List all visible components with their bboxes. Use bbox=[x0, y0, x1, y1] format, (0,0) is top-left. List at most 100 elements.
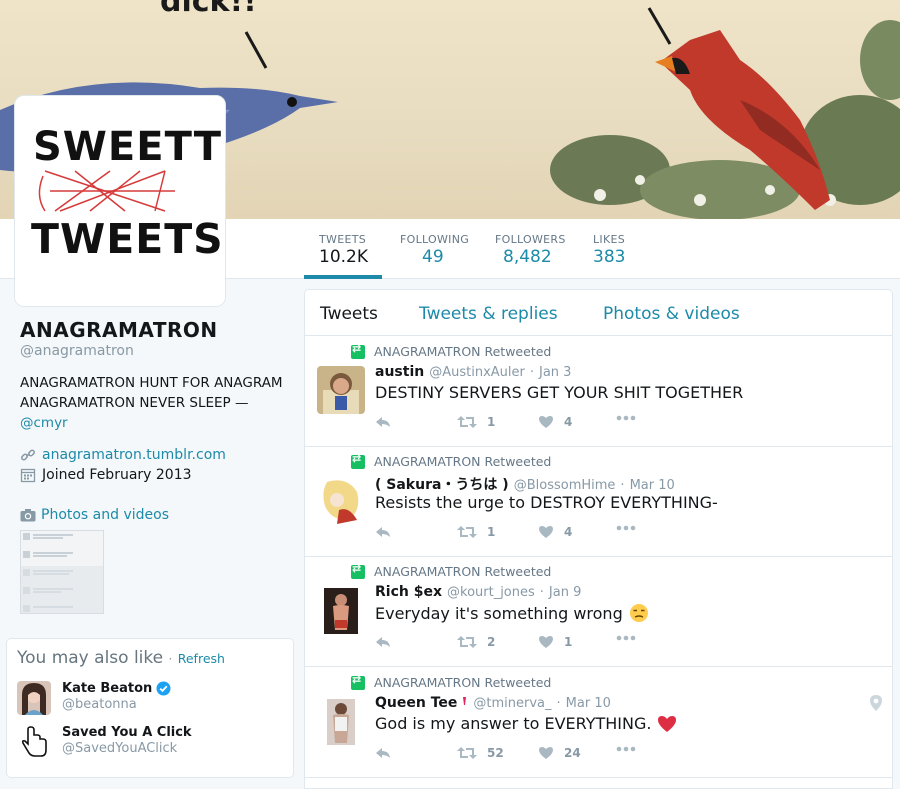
tweet-text: Everyday it's something wrong bbox=[375, 603, 649, 623]
tweet-author-handle[interactable]: @BlossomHime bbox=[514, 478, 616, 493]
banner-caption-text: dick!! bbox=[160, 0, 257, 19]
more-button[interactable] bbox=[616, 525, 636, 531]
red-heart-emoji-icon bbox=[658, 715, 677, 732]
wtf-title: You may also like bbox=[17, 648, 164, 668]
tweet-author-name[interactable]: Rich $ex bbox=[375, 584, 442, 600]
bio-mention-link[interactable]: @cmyr bbox=[20, 415, 68, 431]
tweet[interactable]: ANAGRAMATRON Retweeted Queen Tee @tminer… bbox=[305, 667, 892, 778]
tweet[interactable]: ANAGRAMATRON Retweeted ( Sakura・うちは ) @B… bbox=[305, 446, 892, 557]
nav-stat-followers[interactable]: FOLLOWERS 8,482 bbox=[495, 219, 566, 279]
retweet-context: ANAGRAMATRON Retweeted bbox=[351, 673, 551, 690]
tweet-author-name[interactable]: austin bbox=[375, 364, 424, 380]
nav-stat-label: TWEETS bbox=[319, 233, 366, 246]
location-pin-icon[interactable] bbox=[870, 695, 882, 715]
unamused-face-emoji-icon bbox=[629, 604, 648, 622]
media-thumbnail-image bbox=[21, 531, 103, 613]
profile-card: ANAGRAMATRON @anagramatron ANAGRAMATRON … bbox=[20, 318, 290, 614]
retweet-context-text[interactable]: ANAGRAMATRON Retweeted bbox=[374, 344, 551, 359]
tab-photos-videos[interactable]: Photos & videos bbox=[603, 304, 740, 324]
wtf-user-handle: @beatonna bbox=[62, 697, 137, 712]
more-dots-icon bbox=[616, 525, 636, 531]
profile-handle[interactable]: @anagramatron bbox=[20, 343, 290, 359]
avatar[interactable] bbox=[317, 476, 365, 524]
retweet-icon bbox=[457, 747, 477, 759]
avatar[interactable] bbox=[317, 697, 365, 745]
wtf-user-name[interactable]: Kate Beaton bbox=[62, 681, 152, 696]
like-button[interactable]: 1 bbox=[538, 635, 572, 649]
like-count: 1 bbox=[564, 635, 573, 649]
retweet-context-text[interactable]: ANAGRAMATRON Retweeted bbox=[374, 675, 551, 690]
reply-icon bbox=[376, 527, 390, 537]
retweet-context-text[interactable]: ANAGRAMATRON Retweeted bbox=[374, 564, 551, 579]
more-dots-icon bbox=[616, 415, 636, 421]
bio-text: ANAGRAMATRON HUNT FOR ANAGRAM ANAGRAMATR… bbox=[20, 375, 283, 411]
nav-stat-likes[interactable]: LIKES 383 bbox=[593, 219, 625, 279]
tweet-author-handle[interactable]: @AustinxAuler bbox=[429, 365, 525, 380]
more-button[interactable] bbox=[616, 415, 636, 421]
retweet-count: 52 bbox=[487, 746, 504, 760]
tweet-header: Queen Tee @tminerva_ · Mar 10 bbox=[375, 695, 611, 711]
tweet-separator: · bbox=[529, 365, 534, 380]
heart-icon bbox=[539, 416, 553, 428]
tweet-date[interactable]: Mar 10 bbox=[630, 478, 675, 493]
retweet-icon bbox=[457, 636, 477, 648]
reply-button[interactable] bbox=[375, 635, 391, 649]
profile-website-link[interactable]: anagramatron.tumblr.com bbox=[42, 447, 226, 463]
reply-button[interactable] bbox=[375, 415, 391, 429]
tweet-date[interactable]: Jan 9 bbox=[549, 585, 581, 600]
nav-stat-tweets[interactable]: TWEETS 10.2K bbox=[304, 219, 382, 279]
retweet-button[interactable]: 52 bbox=[457, 746, 504, 760]
retweet-button[interactable]: 2 bbox=[457, 635, 495, 649]
tweet-text: God is my answer to EVERYTHING. bbox=[375, 714, 677, 733]
retweet-icon bbox=[457, 416, 477, 428]
tweet-author-handle[interactable]: @kourt_jones bbox=[447, 585, 535, 600]
like-button[interactable]: 24 bbox=[538, 746, 581, 760]
tweet-author-name[interactable]: Queen Tee bbox=[375, 695, 457, 711]
pointer-hand-icon bbox=[17, 725, 51, 759]
tweet[interactable]: ANAGRAMATRON Retweeted Rich $ex @kourt_j… bbox=[305, 556, 892, 667]
tweet-author-handle[interactable]: @tminerva_ bbox=[473, 696, 551, 711]
media-thumbnail[interactable] bbox=[20, 530, 104, 614]
like-button[interactable]: 4 bbox=[538, 525, 572, 539]
reply-button[interactable] bbox=[375, 746, 391, 760]
tweet-actions: 1 4 bbox=[375, 415, 655, 435]
tweet-separator: · bbox=[539, 585, 544, 600]
profile-joined-date: Joined February 2013 bbox=[42, 467, 192, 483]
wtf-user-name[interactable]: Saved You A Click bbox=[62, 725, 192, 740]
reply-icon bbox=[376, 748, 390, 758]
avatar[interactable] bbox=[317, 366, 365, 414]
avatar[interactable] bbox=[317, 586, 365, 634]
retweet-button[interactable]: 1 bbox=[457, 525, 495, 539]
wtf-refresh-link[interactable]: Refresh bbox=[178, 651, 225, 666]
wtf-user[interactable]: Saved You A Click @SavedYouAClick bbox=[17, 725, 192, 759]
reply-button[interactable] bbox=[375, 525, 391, 539]
profile-website-row: anagramatron.tumblr.com bbox=[20, 447, 290, 463]
tab-tweets-replies[interactable]: Tweets & replies bbox=[419, 304, 558, 324]
tweet-date[interactable]: Mar 10 bbox=[566, 696, 611, 711]
avatar[interactable] bbox=[17, 681, 51, 715]
tab-tweets[interactable]: Tweets bbox=[320, 304, 378, 324]
retweet-badge-icon bbox=[351, 673, 365, 690]
retweet-count: 1 bbox=[487, 525, 496, 539]
tweet-date[interactable]: Jan 3 bbox=[539, 365, 571, 380]
verified-badge-icon bbox=[156, 681, 171, 696]
retweet-badge-icon bbox=[351, 342, 365, 359]
retweet-button[interactable]: 1 bbox=[457, 415, 495, 429]
profile-avatar[interactable]: SWEETT TWEETS bbox=[14, 95, 226, 307]
profile-name[interactable]: ANAGRAMATRON bbox=[20, 318, 290, 342]
nav-stat-following[interactable]: FOLLOWING 49 bbox=[400, 219, 469, 279]
avatar[interactable] bbox=[17, 725, 51, 759]
retweet-badge-icon bbox=[351, 452, 365, 469]
tweet-author-name[interactable]: ( Sakura・うちは ) bbox=[375, 474, 509, 494]
more-dots-icon bbox=[616, 635, 636, 641]
more-button[interactable] bbox=[616, 746, 636, 752]
name-emoji-icon bbox=[463, 697, 467, 705]
logo-text-bottom: TWEETS bbox=[31, 215, 224, 263]
wtf-user[interactable]: Kate Beaton @beatonna bbox=[17, 681, 171, 715]
tweet-text-content: DESTINY SERVERS GET YOUR SHIT TOGETHER bbox=[375, 383, 744, 402]
retweet-context-text[interactable]: ANAGRAMATRON Retweeted bbox=[374, 454, 551, 469]
photos-videos-link[interactable]: Photos and videos bbox=[20, 507, 290, 523]
like-button[interactable]: 4 bbox=[538, 415, 572, 429]
tweet[interactable]: ANAGRAMATRON Retweeted austin @AustinxAu… bbox=[305, 336, 892, 447]
more-button[interactable] bbox=[616, 635, 636, 641]
